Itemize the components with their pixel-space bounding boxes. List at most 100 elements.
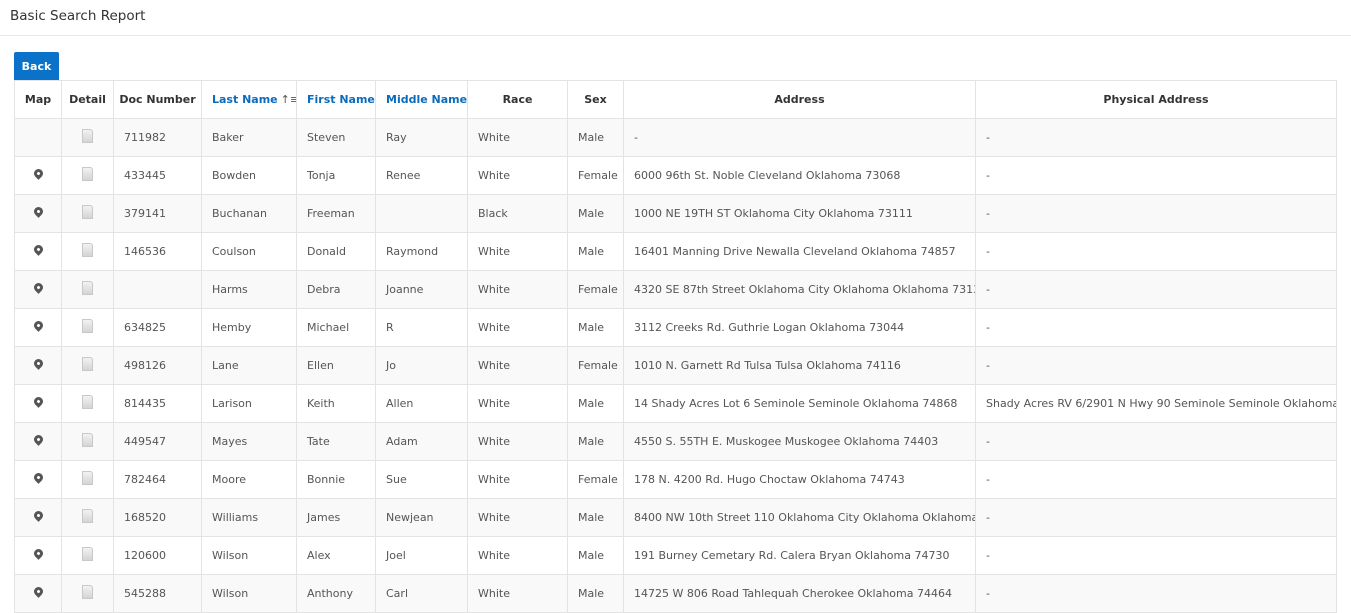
last-name-cell: Lane — [201, 346, 297, 385]
back-button[interactable]: Back — [14, 52, 59, 80]
detail-cell[interactable] — [61, 232, 114, 271]
map-cell[interactable] — [14, 270, 62, 309]
race-cell: White — [467, 270, 568, 309]
document-icon[interactable] — [82, 129, 93, 143]
table-header-row: Map Detail Doc Number Last Name↑≡ First Name… — [14, 80, 1337, 119]
doc-number-cell — [113, 270, 202, 309]
column-header-first-name[interactable]: First Name — [296, 80, 376, 119]
detail-cell[interactable] — [61, 346, 114, 385]
column-header-physical-address: Physical Address — [975, 80, 1337, 119]
table-row: 433445 Bowden Tonja Renee White Female 6000 96… — [14, 156, 1337, 195]
document-icon[interactable] — [82, 395, 93, 409]
first-name-cell: Freeman — [296, 194, 376, 233]
detail-cell[interactable] — [61, 308, 114, 347]
detail-cell[interactable] — [61, 270, 114, 309]
doc-number-cell: 782464 — [113, 460, 202, 499]
map-marker-icon[interactable] — [31, 585, 45, 598]
table-body: 711982 Baker Steven Ray White Male - -433445 Bow… — [14, 118, 1337, 613]
last-name-cell: Wilson — [201, 574, 297, 613]
map-cell[interactable] — [14, 346, 62, 385]
document-icon[interactable] — [82, 205, 93, 219]
document-icon[interactable] — [82, 319, 93, 333]
map-cell[interactable] — [14, 498, 62, 537]
detail-cell[interactable] — [61, 536, 114, 575]
document-icon[interactable] — [82, 509, 93, 523]
map-marker-icon[interactable] — [31, 509, 45, 522]
column-header-label: Race — [502, 93, 533, 106]
column-header-label: Detail — [69, 93, 106, 106]
column-header-label: Doc Number — [119, 93, 196, 106]
detail-cell[interactable] — [61, 194, 114, 233]
map-cell[interactable] — [14, 460, 62, 499]
page-title: Basic Search Report — [10, 8, 146, 24]
address-cell: 6000 96th St. Noble Cleveland Oklahoma 7… — [623, 156, 976, 195]
detail-cell[interactable] — [61, 384, 114, 423]
map-cell[interactable] — [14, 156, 62, 195]
first-name-cell: Donald — [296, 232, 376, 271]
map-cell[interactable] — [14, 574, 62, 613]
race-cell: White — [467, 460, 568, 499]
last-name-cell: Mayes — [201, 422, 297, 461]
detail-cell[interactable] — [61, 460, 114, 499]
middle-name-cell: Raymond — [375, 232, 468, 271]
map-cell[interactable] — [14, 536, 62, 575]
document-icon[interactable] — [82, 167, 93, 181]
map-cell[interactable] — [14, 422, 62, 461]
map-marker-icon[interactable] — [31, 547, 45, 560]
middle-name-cell: Adam — [375, 422, 468, 461]
document-icon[interactable] — [82, 471, 93, 485]
map-marker-icon[interactable] — [31, 319, 45, 332]
map-cell[interactable] — [14, 194, 62, 233]
doc-number-cell: 433445 — [113, 156, 202, 195]
document-icon[interactable] — [82, 547, 93, 561]
sex-cell: Female — [567, 270, 624, 309]
first-name-cell: James — [296, 498, 376, 537]
map-marker-icon[interactable] — [31, 395, 45, 408]
physical-address-cell: - — [975, 498, 1337, 537]
doc-number-cell: 168520 — [113, 498, 202, 537]
document-icon[interactable] — [82, 281, 93, 295]
last-name-cell: Coulson — [201, 232, 297, 271]
document-icon[interactable] — [82, 357, 93, 371]
column-header-label: Middle Name — [386, 93, 468, 106]
table-row: 498126 Lane Ellen Jo White Female 1010 N. Garn… — [14, 346, 1337, 385]
map-marker-icon[interactable] — [31, 471, 45, 484]
address-cell: 1010 N. Garnett Rd Tulsa Tulsa Oklahoma … — [623, 346, 976, 385]
search-results-table: Map Detail Doc Number Last Name↑≡ First Name… — [14, 80, 1337, 613]
column-header-label: Sex — [584, 93, 607, 106]
map-marker-icon[interactable] — [31, 357, 45, 370]
first-name-cell: Tate — [296, 422, 376, 461]
column-header-middle-name[interactable]: Middle Name — [375, 80, 468, 119]
doc-number-cell: 634825 — [113, 308, 202, 347]
last-name-cell: Wilson — [201, 536, 297, 575]
doc-number-cell: 379141 — [113, 194, 202, 233]
map-marker-icon[interactable] — [31, 167, 45, 180]
detail-cell[interactable] — [61, 422, 114, 461]
detail-cell[interactable] — [61, 574, 114, 613]
map-marker-icon[interactable] — [31, 205, 45, 218]
map-cell[interactable] — [14, 232, 62, 271]
physical-address-cell: - — [975, 346, 1337, 385]
last-name-cell: Moore — [201, 460, 297, 499]
map-marker-icon[interactable] — [31, 433, 45, 446]
column-header-last-name[interactable]: Last Name↑≡ — [201, 80, 297, 119]
document-icon[interactable] — [82, 433, 93, 447]
race-cell: White — [467, 156, 568, 195]
detail-cell[interactable] — [61, 156, 114, 195]
last-name-cell: Williams — [201, 498, 297, 537]
detail-cell[interactable] — [61, 118, 114, 157]
middle-name-cell: Newjean — [375, 498, 468, 537]
map-cell[interactable] — [14, 384, 62, 423]
detail-cell[interactable] — [61, 498, 114, 537]
map-marker-icon[interactable] — [31, 281, 45, 294]
map-cell[interactable] — [14, 308, 62, 347]
map-marker-icon[interactable] — [31, 243, 45, 256]
document-icon[interactable] — [82, 585, 93, 599]
table-row: 782464 Moore Bonnie Sue White Female 178 N. 42… — [14, 460, 1337, 499]
column-header-race: Race — [467, 80, 568, 119]
document-icon[interactable] — [82, 243, 93, 257]
sex-cell: Female — [567, 156, 624, 195]
sex-cell: Male — [567, 308, 624, 347]
sort-ascending-icon[interactable]: ↑≡ — [281, 93, 296, 106]
physical-address-cell: - — [975, 118, 1337, 157]
